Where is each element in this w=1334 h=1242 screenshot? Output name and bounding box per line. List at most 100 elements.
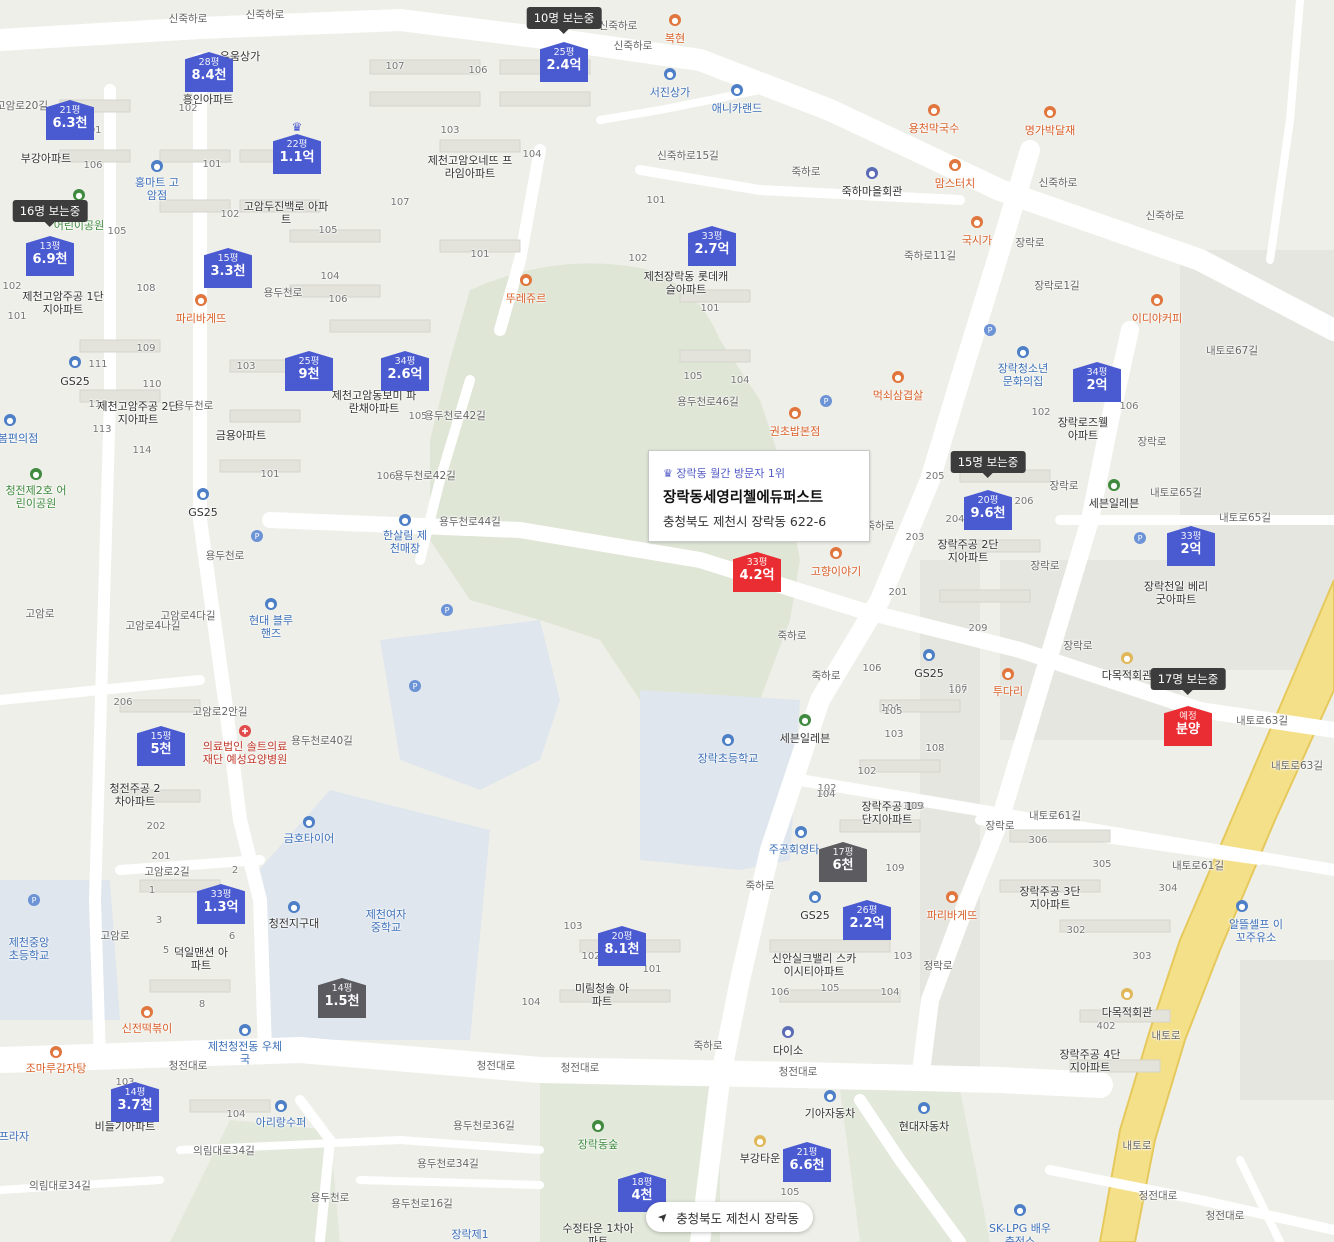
price-pin[interactable]: 28평 8.4천 <box>185 44 233 92</box>
road-label: 용두천로 <box>205 550 245 562</box>
price-pin[interactable]: 33평 1.3억 <box>197 876 245 924</box>
parking-icon[interactable]: P <box>820 395 832 407</box>
parking-icon[interactable]: P <box>251 530 263 542</box>
apartment-info-card[interactable]: ♛ 장락동 월간 방문자 1위 장락동세영리첼에듀퍼스트 충청북도 제천시 장락… <box>648 450 870 542</box>
restaurant-icon[interactable]: ● <box>949 159 961 171</box>
gs25-icon[interactable]: ● <box>809 891 821 903</box>
price-pin[interactable]: 25평 2.4억 <box>540 34 588 82</box>
bar-icon[interactable]: ● <box>1002 668 1014 680</box>
building-number: 111 <box>88 359 108 370</box>
price-pin[interactable]: 34평 2억 <box>1073 354 1121 402</box>
building-number: 6 <box>228 931 236 942</box>
mart-icon[interactable]: ● <box>151 160 163 172</box>
hospital-icon[interactable]: ● <box>4 414 16 426</box>
car-repair-icon[interactable]: ● <box>265 598 277 610</box>
restaurant-icon[interactable]: ● <box>830 547 842 559</box>
school-icon[interactable]: ● <box>722 734 734 746</box>
price-pin[interactable]: 34평 2.6억 <box>381 343 429 391</box>
car-repair-icon[interactable]: ● <box>303 816 315 828</box>
gas-station-icon[interactable]: ● <box>1014 1204 1026 1216</box>
gas-station-icon[interactable]: ● <box>1236 900 1248 912</box>
parking-icon[interactable]: P <box>1134 532 1146 544</box>
place-label: 고향이야기 <box>810 565 862 578</box>
building-number: 104 <box>816 789 836 800</box>
car-dealer-icon[interactable]: ● <box>824 1090 836 1102</box>
building-number: 206 <box>113 697 133 708</box>
post-office-icon[interactable]: ● <box>239 1024 251 1036</box>
price-pin[interactable]: 13평 6.9천 <box>26 228 74 276</box>
restaurant-icon[interactable]: ● <box>928 104 940 116</box>
price-pin[interactable]: 20평 8.1천 <box>598 918 646 966</box>
pin-area: 34평 <box>394 356 416 367</box>
gs25-icon[interactable]: ● <box>197 488 209 500</box>
gs25-icon[interactable]: ● <box>69 356 81 368</box>
car-service-icon[interactable]: ● <box>731 84 743 96</box>
price-pin[interactable]: 15평 5천 <box>137 718 185 766</box>
building-number: 106 <box>83 160 103 171</box>
restaurant-icon[interactable]: ● <box>1044 106 1056 118</box>
building-number: 103 <box>893 951 913 962</box>
gas-station-icon[interactable]: ● <box>795 826 807 838</box>
price-pin[interactable]: 15평 3.3천 <box>204 240 252 288</box>
building-icon[interactable]: ● <box>754 1135 766 1147</box>
price-pin-highlighted[interactable]: 33평 4.2억 <box>733 544 781 592</box>
gs25-icon[interactable]: ● <box>923 649 935 661</box>
parking-icon[interactable]: P <box>441 604 453 616</box>
restaurant-icon[interactable]: ● <box>971 216 983 228</box>
current-location-button[interactable]: ➤ 충청북도 제천시 장락동 <box>646 1202 814 1232</box>
parking-icon[interactable]: P <box>984 324 996 336</box>
building-number: 302 <box>1066 925 1086 936</box>
store-icon[interactable]: ● <box>275 1100 287 1112</box>
car-dealer-icon[interactable]: ● <box>918 1102 930 1114</box>
restaurant-icon[interactable]: ● <box>789 407 801 419</box>
restaurant-icon[interactable]: ● <box>892 371 904 383</box>
price-pin[interactable]: 33평 2억 <box>1167 518 1215 566</box>
road-label: 장락로 <box>1015 237 1045 249</box>
hospital-icon[interactable]: ✚ <box>239 725 251 737</box>
restaurant-icon[interactable]: ● <box>50 1046 62 1058</box>
bakery-icon[interactable]: ● <box>520 274 532 286</box>
price-pin[interactable]: 33평 2.7억 <box>688 218 736 266</box>
pin-price: 2.4억 <box>546 58 582 73</box>
parking-icon[interactable]: P <box>28 894 40 906</box>
price-pin[interactable]: 26평 2.2억 <box>843 892 891 940</box>
convenience-store-icon[interactable]: ● <box>1108 479 1120 491</box>
map-canvas[interactable]: 신죽하로 신죽하로 신죽하로15길 신죽하로 신죽하로 신죽하로 장락로 장락로… <box>0 0 1334 1242</box>
price-pin[interactable]: 20평 9.6천 <box>964 482 1012 530</box>
convenience-store-icon[interactable]: ● <box>799 714 811 726</box>
price-pin[interactable]: 14평 1.5천 <box>318 970 366 1018</box>
pin-area: 18평 <box>631 1177 653 1188</box>
building-number: 104 <box>730 375 750 386</box>
place-label: 장락제1 <box>451 1228 489 1241</box>
place-label: 뚜레쥬르 <box>505 292 547 305</box>
hall-icon[interactable]: ● <box>1121 988 1133 1000</box>
restaurant-icon[interactable]: ● <box>669 14 681 26</box>
bakery-icon[interactable]: ● <box>195 294 207 306</box>
cafe-icon[interactable]: ● <box>1151 294 1163 306</box>
place-label: 장락청소년 문화의집 <box>997 362 1049 388</box>
road-label: 내토로 <box>1122 1140 1152 1152</box>
community-center-icon[interactable]: ● <box>866 167 878 179</box>
price-pin[interactable]: 21평 6.6천 <box>783 1134 831 1182</box>
price-pin[interactable]: 14평 3.7천 <box>111 1074 159 1122</box>
price-pin[interactable]: ♛ 22평 1.1억 <box>273 120 321 174</box>
presale-pin[interactable]: 예정 분양 <box>1164 698 1212 746</box>
building-number: 303 <box>1132 951 1152 962</box>
culture-center-icon[interactable]: ● <box>1017 346 1029 358</box>
hall-icon[interactable]: ● <box>1121 652 1133 664</box>
building-number: 104 <box>880 987 900 998</box>
price-pin[interactable]: 17평 6천 <box>819 834 867 882</box>
bakery-icon[interactable]: ● <box>946 891 958 903</box>
shop-icon[interactable]: ● <box>664 68 676 80</box>
building-number: 106 <box>1119 401 1139 412</box>
park-icon[interactable]: ● <box>592 1120 604 1132</box>
price-pin[interactable]: 21평 6.3천 <box>46 92 94 140</box>
shop-icon[interactable]: ● <box>399 514 411 526</box>
store-icon[interactable]: ● <box>782 1026 794 1038</box>
parking-icon[interactable]: P <box>409 680 421 692</box>
restaurant-icon[interactable]: ● <box>141 1006 153 1018</box>
price-pin[interactable]: 25평 9천 <box>285 343 333 391</box>
police-icon[interactable]: ● <box>288 901 300 913</box>
park-icon[interactable]: ● <box>30 468 42 480</box>
pin-area: 25평 <box>298 356 320 367</box>
